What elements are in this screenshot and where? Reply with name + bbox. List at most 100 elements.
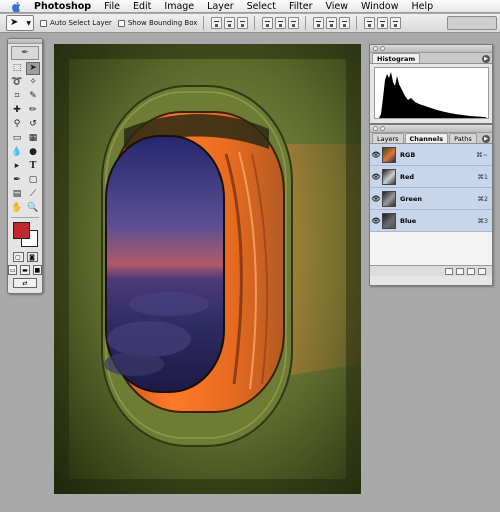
brush-tool-icon[interactable]: ✏ — [26, 104, 40, 117]
new-channel-icon[interactable] — [467, 267, 475, 275]
auto-select-layer-option[interactable]: Auto Select Layer — [40, 19, 112, 27]
apple-menu-icon[interactable] — [10, 0, 24, 12]
blur-tool-icon[interactable]: 💧 — [10, 146, 24, 159]
distribute-right-button[interactable] — [390, 17, 402, 29]
menu-help[interactable]: Help — [406, 0, 441, 13]
align-horizontal-center-button[interactable] — [275, 17, 287, 29]
panel-titlebar[interactable] — [370, 45, 492, 53]
menu-app-name[interactable]: Photoshop — [32, 0, 98, 13]
pen-tool-icon[interactable]: ✒ — [10, 174, 24, 187]
notes-tool-icon[interactable]: ▤ — [10, 188, 24, 201]
eraser-tool-icon[interactable]: ▭ — [10, 132, 24, 145]
menu-file[interactable]: File — [98, 0, 127, 13]
slice-tool-icon[interactable]: ✎ — [26, 90, 40, 103]
type-tool-icon[interactable]: T — [26, 160, 40, 173]
screen-mode-full-menu-icon[interactable]: ▬ — [20, 265, 30, 275]
magic-wand-tool-icon[interactable]: ✧ — [26, 76, 40, 89]
align-bottom-button[interactable] — [237, 17, 249, 29]
show-bounding-box-option[interactable]: Show Bounding Box — [117, 19, 197, 27]
menu-window[interactable]: Window — [355, 0, 405, 13]
show-bounding-checkbox[interactable] — [117, 19, 125, 27]
channel-name: Red — [400, 172, 415, 181]
align-vertical-center-button[interactable] — [224, 17, 236, 29]
clone-stamp-tool-icon[interactable]: ⚲ — [10, 118, 24, 131]
divider — [305, 16, 307, 30]
channel-thumbnail — [382, 146, 396, 163]
tab-layers[interactable]: Layers — [372, 133, 404, 143]
zoom-tool-icon[interactable]: 🔍 — [26, 202, 40, 215]
save-selection-icon[interactable] — [456, 267, 464, 275]
foreground-color-swatch[interactable] — [13, 222, 30, 239]
minimize-icon[interactable] — [380, 46, 385, 51]
quick-mask-icon[interactable]: ◙ — [26, 252, 38, 262]
delete-channel-icon[interactable] — [478, 267, 486, 275]
move-tool-icon[interactable]: ➤ — [26, 62, 40, 75]
channel-row-red[interactable]: 👁 Red ⌘1 — [370, 166, 492, 188]
hand-tool-icon[interactable]: ✋ — [10, 202, 24, 215]
tab-paths[interactable]: Paths — [449, 133, 477, 143]
screen-mode-standard-icon[interactable]: ▭ — [8, 265, 18, 275]
distribute-buttons — [313, 17, 351, 29]
close-icon[interactable] — [373, 46, 378, 51]
menu-select[interactable]: Select — [241, 0, 283, 13]
history-brush-tool-icon[interactable]: ↺ — [26, 118, 40, 131]
tab-channels[interactable]: Channels — [404, 133, 449, 143]
gradient-tool-icon[interactable]: ▦ — [26, 132, 40, 145]
panel-menu-icon[interactable]: ▶ — [482, 55, 490, 63]
document-canvas[interactable] — [54, 44, 361, 494]
menu-image[interactable]: Image — [158, 0, 201, 13]
visibility-eye-icon[interactable]: 👁 — [370, 151, 382, 159]
load-selection-icon[interactable] — [445, 267, 453, 275]
minimize-icon[interactable] — [380, 126, 385, 131]
divider — [356, 16, 358, 30]
distribute-center-button[interactable] — [326, 17, 338, 29]
channel-row-green[interactable]: 👁 Green ⌘2 — [370, 188, 492, 210]
distribute-bottom-button[interactable] — [339, 17, 351, 29]
options-bar: ➤ ▼ Auto Select Layer Show Bounding Box — [0, 14, 500, 33]
tab-histogram[interactable]: Histogram — [372, 53, 421, 63]
tool-grid: ⬚ ➤ ➰ ✧ ⌗ ✎ ✚ ✏ ⚲ ↺ ▭ ▦ 💧 ● ▸ T ✒ ▢ ▤ ⟋ … — [8, 62, 42, 215]
channel-shortcut: ⌘2 — [477, 194, 488, 203]
shape-tool-icon[interactable]: ▢ — [26, 174, 40, 187]
visibility-eye-icon[interactable]: 👁 — [370, 173, 382, 181]
crop-tool-icon[interactable]: ⌗ — [10, 90, 24, 103]
feather-logo-icon[interactable]: ✒ — [11, 46, 39, 60]
visibility-eye-icon[interactable]: 👁 — [370, 195, 382, 203]
distribute-hcenter-button[interactable] — [377, 17, 389, 29]
align-top-button[interactable] — [211, 17, 223, 29]
dodge-tool-icon[interactable]: ● — [26, 146, 40, 159]
channel-thumbnail — [382, 212, 396, 229]
palette-well[interactable] — [447, 16, 497, 30]
lasso-tool-icon[interactable]: ➰ — [10, 76, 24, 89]
color-swatches — [12, 221, 42, 249]
menu-layer[interactable]: Layer — [201, 0, 241, 13]
distribute-top-button[interactable] — [313, 17, 325, 29]
close-icon[interactable] — [373, 126, 378, 131]
tool-preset-picker[interactable]: ➤ ▼ — [6, 15, 34, 31]
visibility-eye-icon[interactable]: 👁 — [370, 217, 382, 225]
distribute-left-button[interactable] — [364, 17, 376, 29]
align-left-button[interactable] — [262, 17, 274, 29]
menu-edit[interactable]: Edit — [127, 0, 158, 13]
divider — [11, 217, 39, 218]
standard-mode-icon[interactable]: ▢ — [12, 252, 24, 262]
menu-view[interactable]: View — [320, 0, 356, 13]
panel-titlebar[interactable] — [370, 125, 492, 133]
channel-name: Green — [400, 194, 422, 203]
channel-row-rgb[interactable]: 👁 RGB ⌘~ — [370, 144, 492, 166]
chevron-down-icon: ▼ — [26, 20, 31, 27]
align-buttons — [211, 17, 249, 29]
channels-footer — [370, 265, 492, 276]
screen-mode-full-icon[interactable]: ■ — [32, 265, 42, 275]
healing-brush-tool-icon[interactable]: ✚ — [10, 104, 24, 117]
jump-to-imageready-icon[interactable]: ⇄ — [13, 278, 37, 288]
path-selection-tool-icon[interactable]: ▸ — [10, 160, 24, 173]
panel-menu-icon[interactable]: ▶ — [482, 135, 490, 143]
eyedropper-tool-icon[interactable]: ⟋ — [26, 188, 40, 201]
menu-filter[interactable]: Filter — [283, 0, 320, 13]
align-right-button[interactable] — [288, 17, 300, 29]
auto-select-checkbox[interactable] — [40, 19, 47, 27]
toolbox-titlebar[interactable] — [8, 39, 42, 44]
marquee-tool-icon[interactable]: ⬚ — [10, 62, 24, 75]
channel-row-blue[interactable]: 👁 Blue ⌘3 — [370, 210, 492, 232]
